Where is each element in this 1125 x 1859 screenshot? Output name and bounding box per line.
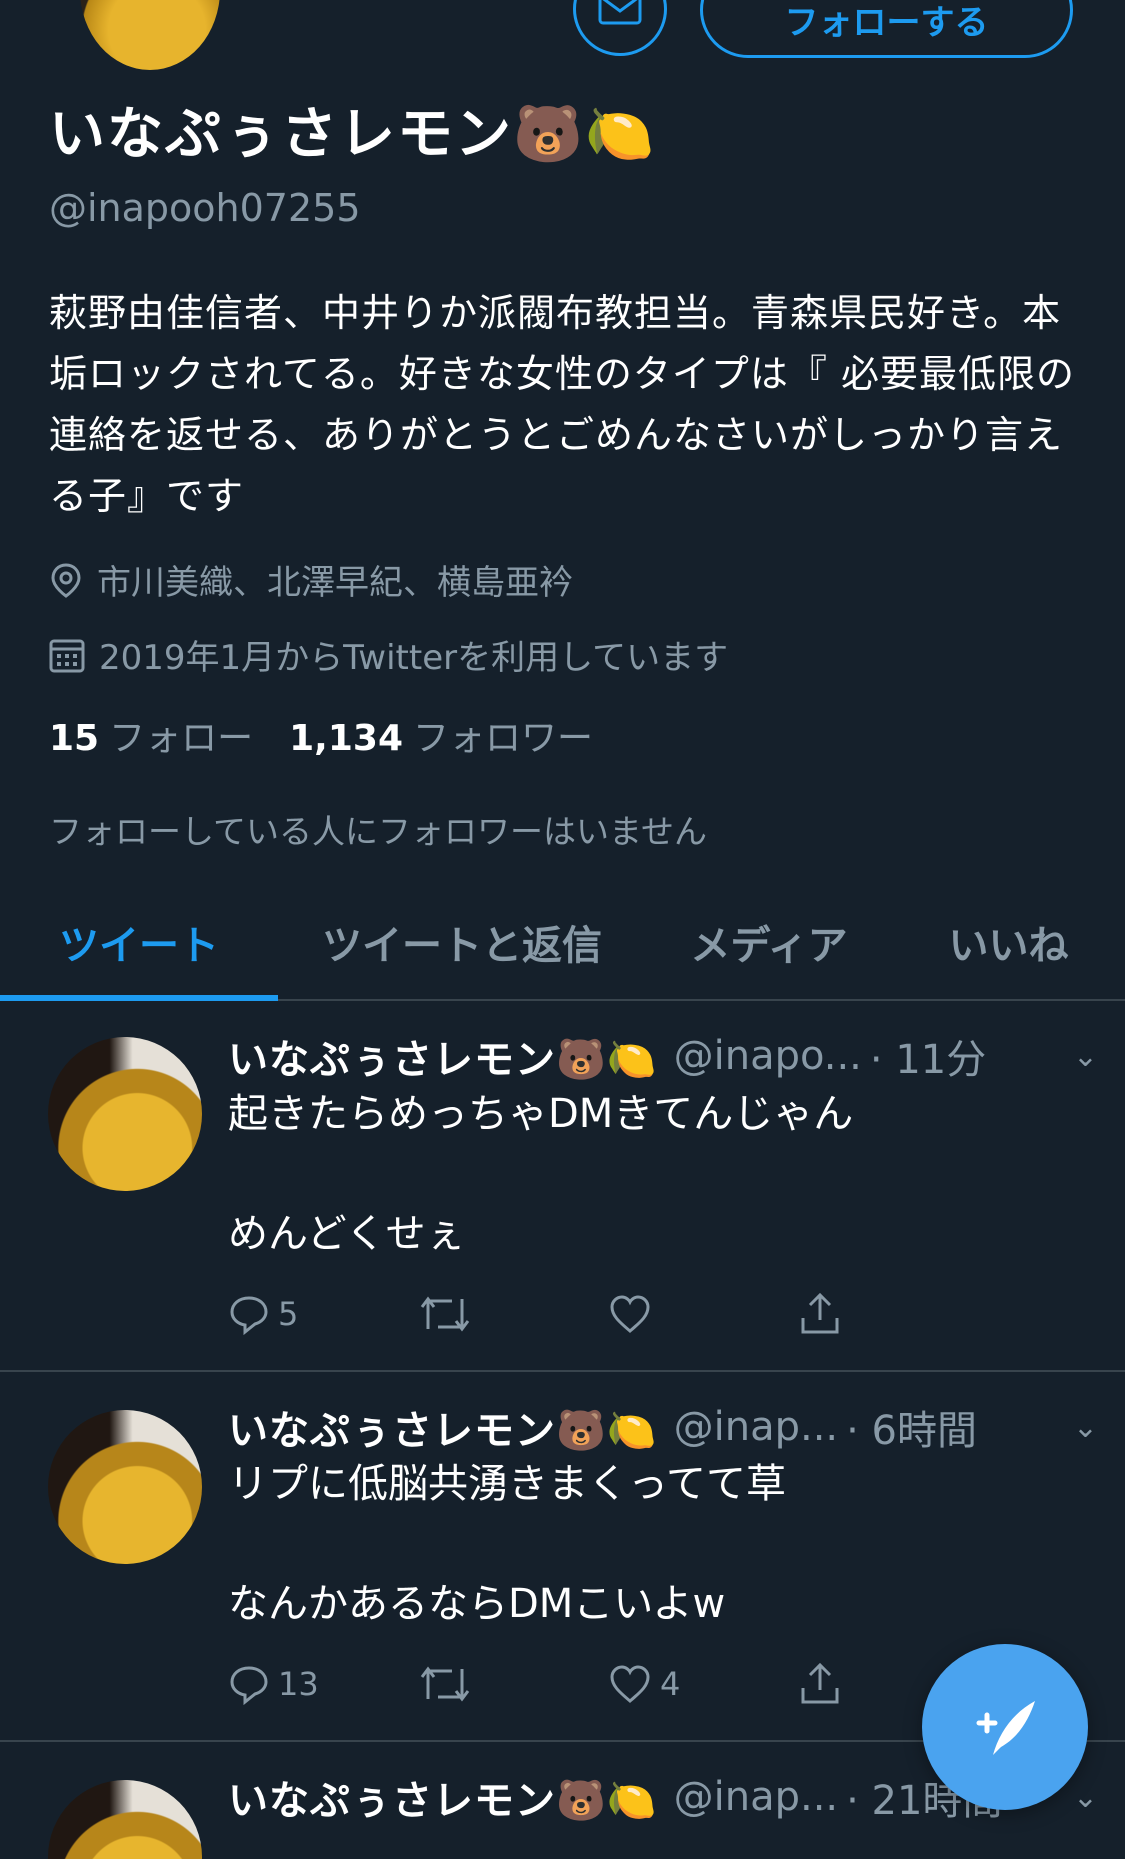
profile-bio: 萩野由佳信者、中井りか派閥布教担当。青森県民好き。本垢ロックされてる。好きな女性… <box>49 291 1075 518</box>
avatar[interactable] <box>48 1780 202 1859</box>
message-button[interactable] <box>573 0 667 56</box>
tweet-author-name: いなぷぅさレモン🐻🍋 <box>228 1778 658 1824</box>
envelope-icon <box>598 0 642 25</box>
avatar[interactable] <box>48 1037 202 1191</box>
joined-text: 2019年1月からTwitterを利用しています <box>99 638 729 678</box>
chevron-down-icon[interactable]: ⌄ <box>1073 1780 1098 1815</box>
reply-count: 5 <box>278 1295 299 1333</box>
tweet-time: · 6時間 <box>846 1408 978 1454</box>
profile-avatar[interactable] <box>80 0 220 70</box>
profile-location: 市川美織、北澤早紀、横島亜衿 <box>49 555 573 604</box>
tweet-header: いなぷぅさレモン🐻🍋 @inap... · 6時間 ⌄ <box>228 1398 1098 1456</box>
heart-icon <box>610 1665 650 1703</box>
profile-header: フォローする いなぷぅさレモン🐻🍋 @inapooh07255 萩野由佳信者、中… <box>0 0 1125 1001</box>
tweet-header: いなぷぅさレモン🐻🍋 @inapo... · 11分 ⌄ <box>228 1027 1098 1085</box>
profile-tabs: ツイート ツイートと返信 メディア いいね <box>0 895 1125 1001</box>
tweet-text: 起きたらめっちゃDMきてんじゃん めんどくせぇ <box>228 1091 854 1257</box>
reply-button[interactable]: 13 <box>228 1662 418 1706</box>
tweet-author-name: いなぷぅさレモン🐻🍋 <box>228 1037 658 1083</box>
location-text: 市川美織、北澤早紀、横島亜衿 <box>97 563 573 603</box>
like-count: 4 <box>660 1665 681 1703</box>
profile-joined: 2019年1月からTwitterを利用しています <box>49 630 728 679</box>
chevron-down-icon[interactable]: ⌄ <box>1073 1039 1098 1074</box>
tab-likes-label: いいね <box>948 923 1069 969</box>
tweet-author-handle: @inapo... <box>673 1033 862 1079</box>
tweet-author-handle: @inap... <box>673 1404 839 1450</box>
profile-handle: @inapooh07255 <box>49 186 361 230</box>
tweet[interactable]: いなぷぅさレモン🐻🍋 @inapo... · 11分 ⌄ 起きたらめっちゃDMき… <box>0 1000 1125 1372</box>
retweet-button[interactable] <box>418 1292 608 1336</box>
retweet-button[interactable] <box>418 1662 608 1706</box>
location-pin-icon <box>51 562 81 598</box>
heart-icon <box>610 1295 650 1333</box>
tab-tweets-and-replies-label: ツイートと返信 <box>322 923 602 969</box>
calendar-icon <box>49 639 85 672</box>
chevron-down-icon[interactable]: ⌄ <box>1073 1410 1098 1445</box>
tab-likes[interactable]: いいね <box>892 895 1125 999</box>
followers-count: 1,134 <box>289 718 403 759</box>
tweet-actions: 13 4 <box>228 1662 988 1706</box>
tweet-author-name: いなぷぅさレモン🐻🍋 <box>228 1408 658 1454</box>
reply-count: 13 <box>278 1665 319 1703</box>
compose-tweet-icon <box>976 1701 1035 1755</box>
followers-label: フォロワー <box>413 718 594 759</box>
like-button[interactable]: 4 <box>608 1662 798 1706</box>
mutual-followers-note: フォローしている人にフォロワーはいません <box>49 812 708 851</box>
followers-stat[interactable]: 1,134 フォロワー <box>289 709 593 761</box>
tab-tweets-label: ツイート <box>59 923 219 969</box>
tweet-author-handle: @inap... <box>673 1774 839 1820</box>
avatar[interactable] <box>48 1410 202 1564</box>
follow-stats: 15 フォロー 1,134 フォロワー <box>49 709 593 761</box>
reply-button[interactable]: 5 <box>228 1292 418 1336</box>
tab-tweets[interactable]: ツイート <box>0 895 278 1001</box>
share-icon <box>801 1662 839 1704</box>
retweet-icon <box>420 1666 470 1702</box>
follow-button[interactable]: フォローする <box>700 0 1073 58</box>
following-stat[interactable]: 15 フォロー <box>49 709 253 761</box>
following-label: フォロー <box>109 718 254 759</box>
retweet-icon <box>420 1296 470 1332</box>
tab-tweets-and-replies[interactable]: ツイートと返信 <box>278 895 646 999</box>
tweet-actions: 5 <box>228 1292 988 1336</box>
share-button[interactable] <box>798 1292 988 1336</box>
share-icon <box>801 1292 839 1334</box>
reply-icon <box>230 1666 268 1705</box>
tab-media-label: メディア <box>690 923 848 969</box>
tweet-text: リプに低脳共湧きまくってて草 なんかあるならDMこいよw <box>228 1461 786 1627</box>
following-count: 15 <box>49 718 100 759</box>
like-button[interactable] <box>608 1292 798 1336</box>
tab-media[interactable]: メディア <box>646 895 892 999</box>
profile-display-name: いなぷぅさレモン🐻🍋 <box>49 102 657 167</box>
compose-tweet-button[interactable] <box>922 1644 1088 1810</box>
reply-icon <box>230 1296 268 1335</box>
tweet-time: · 11分 <box>869 1037 987 1083</box>
